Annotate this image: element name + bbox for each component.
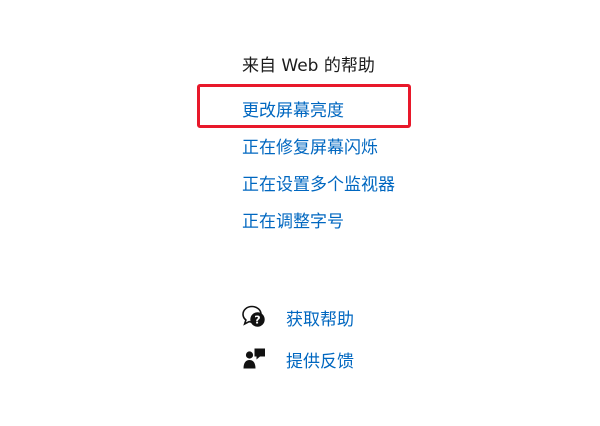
list-item: 正在设置多个监视器 [242, 171, 395, 208]
list-item: 更改屏幕亮度 [242, 97, 395, 134]
get-help-row[interactable]: ? 获取帮助 [241, 304, 354, 330]
link-adjust-font-size[interactable]: 正在调整字号 [242, 212, 344, 232]
link-change-screen-brightness[interactable]: 更改屏幕亮度 [242, 101, 344, 121]
give-feedback-row[interactable]: 提供反馈 [241, 346, 354, 372]
feedback-icon [241, 346, 267, 372]
get-help-link[interactable]: 获取帮助 [286, 305, 354, 330]
give-feedback-link[interactable]: 提供反馈 [286, 347, 354, 372]
help-links-list: 更改屏幕亮度 正在修复屏幕闪烁 正在设置多个监视器 正在调整字号 [242, 97, 395, 245]
svg-text:?: ? [254, 314, 260, 327]
list-item: 正在修复屏幕闪烁 [242, 134, 395, 171]
help-panel: 来自 Web 的帮助 更改屏幕亮度 正在修复屏幕闪烁 正在设置多个监视器 正在调… [0, 0, 600, 426]
link-fix-screen-flicker[interactable]: 正在修复屏幕闪烁 [242, 138, 378, 158]
get-help-icon: ? [241, 304, 267, 330]
list-item: 正在调整字号 [242, 208, 395, 245]
link-setup-multiple-monitors[interactable]: 正在设置多个监视器 [242, 175, 395, 195]
help-section-title: 来自 Web 的帮助 [242, 56, 375, 76]
